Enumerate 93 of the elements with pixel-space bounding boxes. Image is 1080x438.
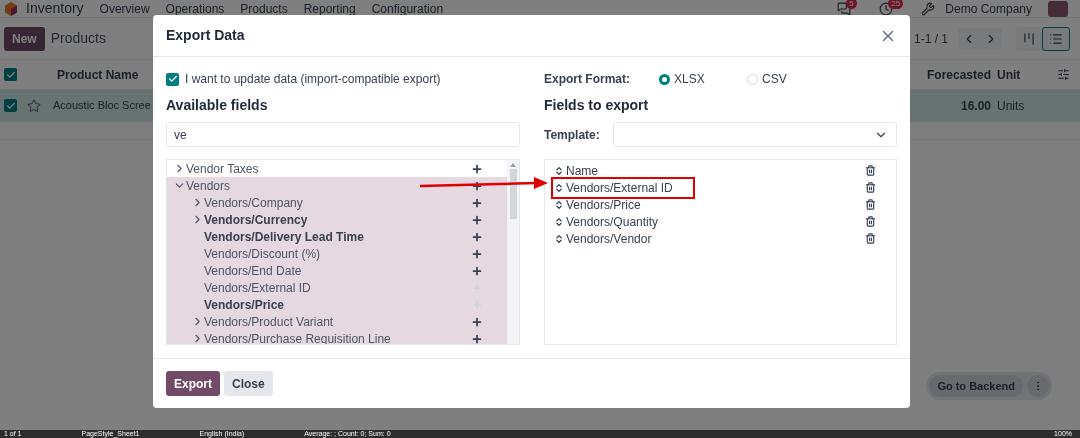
- list-view-button[interactable]: [1042, 26, 1070, 51]
- field-list-item[interactable]: Vendors/External ID: [167, 279, 507, 296]
- field-label: Vendors: [186, 177, 232, 195]
- drag-handle-icon[interactable]: [554, 216, 564, 227]
- field-list-item[interactable]: Vendors/Discount (%): [167, 245, 507, 262]
- table-cell-text: 16.00: [960, 97, 991, 115]
- field-label: Vendor Taxes: [186, 160, 260, 178]
- close-button[interactable]: Close: [224, 371, 273, 396]
- scrollbar[interactable]: [507, 160, 519, 344]
- dialog-title: Export Data: [166, 26, 246, 45]
- field-list-item[interactable]: Vendors/Price: [167, 296, 507, 313]
- field-list-item[interactable]: Vendors/End Date: [167, 262, 507, 279]
- page-title: Products: [50, 29, 106, 48]
- add-icon[interactable]: [471, 315, 483, 328]
- add-icon[interactable]: [471, 179, 483, 192]
- drag-handle-icon[interactable]: [554, 182, 564, 193]
- add-icon[interactable]: [471, 230, 483, 243]
- menu-item[interactable]: Products: [240, 0, 288, 18]
- export-field-item[interactable]: Vendors/Vendor: [553, 229, 653, 248]
- checkbox[interactable]: [166, 72, 179, 86]
- add-icon[interactable]: [471, 213, 483, 226]
- pager-value: 1-1 / 1: [913, 30, 948, 48]
- field-list-item[interactable]: Vendors/Company: [167, 194, 507, 211]
- notification-badge: 5: [846, 0, 857, 9]
- checkbox-label: I want to update data (import-compatible export): [185, 71, 441, 88]
- delete-icon[interactable]: [865, 233, 876, 244]
- menu-item[interactable]: Overview: [99, 0, 150, 18]
- chat-icon[interactable]: [837, 1, 852, 16]
- add-icon[interactable]: [471, 332, 483, 344]
- field-label: Template:: [544, 126, 597, 144]
- field-label: Vendors/External ID: [204, 279, 312, 297]
- drag-handle-icon[interactable]: [554, 199, 564, 210]
- add-icon[interactable]: [471, 264, 483, 277]
- radio-label: XLSX: [674, 71, 705, 88]
- new-button[interactable]: New: [4, 26, 45, 51]
- table-cell-text: Units: [997, 97, 1026, 115]
- star-icon[interactable]: [27, 98, 41, 113]
- field-label: Vendors/Price: [204, 296, 286, 314]
- search-field[interactable]: ve: [166, 122, 520, 147]
- field-label: Vendors/End Date: [204, 262, 303, 280]
- radio-label: CSV: [762, 71, 787, 88]
- kanban-icon: [1022, 31, 1036, 46]
- scrollbar-thumb[interactable]: [509, 169, 517, 219]
- field-label: Vendors/Product Variant: [204, 313, 335, 331]
- company-name[interactable]: Demo Company: [945, 0, 1032, 18]
- field-list-item[interactable]: Vendors/Delivery Lead Time: [167, 228, 507, 245]
- export-field-item[interactable]: Vendors/Price: [553, 195, 642, 214]
- delete-icon[interactable]: [865, 182, 876, 193]
- select-all-checkbox[interactable]: [4, 68, 17, 81]
- drag-handle-icon[interactable]: [554, 165, 564, 176]
- add-icon[interactable]: [471, 247, 483, 260]
- table-cell-text: Acoustic Bloc Scree: [53, 98, 151, 114]
- export-field-label: Name: [566, 162, 598, 180]
- export-field-label: Vendors/Price: [566, 196, 641, 214]
- add-icon[interactable]: [471, 196, 483, 209]
- radio-button[interactable]: [659, 73, 670, 85]
- notification-badge: 25: [888, 0, 904, 9]
- row-checkbox[interactable]: [4, 99, 17, 112]
- menu-item[interactable]: Operations: [165, 0, 225, 18]
- section-heading: Fields to export: [544, 96, 650, 115]
- export-field-item[interactable]: Name: [553, 161, 599, 180]
- export-field-label: Vendors/Quantity: [566, 213, 659, 231]
- column-header[interactable]: Product Name: [57, 65, 139, 84]
- field-label: Vendors/Delivery Lead Time: [204, 228, 365, 246]
- export-button[interactable]: Export: [166, 371, 220, 396]
- delete-icon[interactable]: [865, 199, 876, 210]
- field-label: Vendors/Currency: [204, 211, 309, 229]
- column-header[interactable]: Forecasted: [926, 65, 991, 84]
- export-field-item[interactable]: Vendors/Quantity: [553, 212, 660, 231]
- field-list-item[interactable]: Vendors: [167, 177, 507, 194]
- field-list-item[interactable]: Vendors/Currency: [167, 211, 507, 228]
- tools-icon[interactable]: [921, 1, 936, 16]
- list-icon: [1049, 31, 1063, 46]
- delete-icon[interactable]: [865, 216, 876, 227]
- avatar[interactable]: [1048, 0, 1068, 17]
- export-field-label: Vendors/External ID: [566, 179, 673, 197]
- column-header[interactable]: Unit: [997, 65, 1057, 84]
- menu-item[interactable]: Reporting: [303, 0, 356, 18]
- field-label: Vendors/Discount (%): [204, 245, 322, 263]
- drag-handle-icon[interactable]: [554, 233, 564, 244]
- add-icon[interactable]: [471, 162, 483, 175]
- export-field-label: Vendors/Vendor: [566, 230, 652, 248]
- field-label: Vendors/Company: [204, 194, 304, 212]
- delete-icon[interactable]: [865, 165, 876, 176]
- menu-item[interactable]: Configuration: [371, 0, 444, 18]
- field-list-item[interactable]: Vendors/Product Variant: [167, 313, 507, 330]
- field-label: Export Format:: [544, 71, 631, 88]
- go-to-backend-button[interactable]: Go to Backend: [929, 375, 1023, 397]
- section-heading: Available fields: [166, 96, 269, 115]
- export-field-item[interactable]: Vendors/External ID: [553, 178, 693, 197]
- column-settings-icon[interactable]: [1057, 68, 1070, 81]
- app-name[interactable]: Inventory: [26, 0, 84, 19]
- app-logo-icon: [4, 1, 18, 16]
